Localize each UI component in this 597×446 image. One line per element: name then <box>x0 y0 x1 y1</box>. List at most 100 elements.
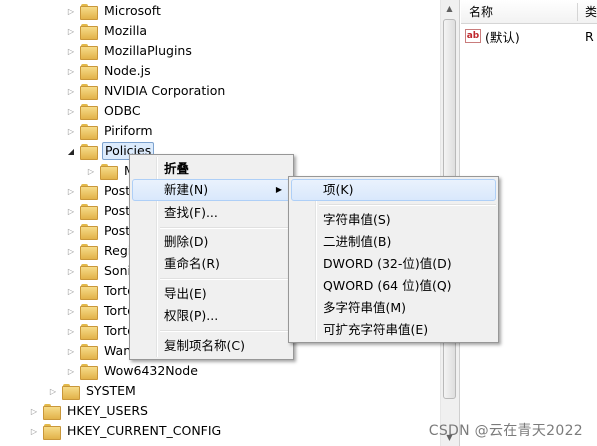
tree-item-wow6432node[interactable]: ▷ Wow6432Node <box>66 361 200 381</box>
collapse-arrow-icon[interactable]: ◢ <box>66 146 76 156</box>
folder-icon <box>80 344 98 360</box>
menu-item-permissions[interactable]: 权限(P)... <box>132 305 291 327</box>
tree-item-label: Post <box>104 203 131 218</box>
menu-item-new[interactable]: 新建(N) ▶ <box>132 179 291 201</box>
column-header-name[interactable]: 名称 <box>469 0 493 24</box>
submenu-item-string-value[interactable]: 字符串值(S) <box>291 209 496 231</box>
menu-item-delete[interactable]: 删除(D) <box>132 231 291 253</box>
expand-arrow-icon[interactable]: ▷ <box>66 206 76 216</box>
tree-item-hkey-current-config[interactable]: ▷ HKEY_CURRENT_CONFIG <box>29 421 223 441</box>
expand-arrow-icon[interactable]: ▷ <box>66 226 76 236</box>
context-menu: 折叠 新建(N) ▶ 查找(F)... 删除(D) 重命名(R) 导出(E) 权… <box>129 154 294 360</box>
tree-item-torto-1[interactable]: ▷ Torto <box>66 281 137 301</box>
tree-item-label: Piriform <box>104 123 153 138</box>
tree-item-microsoft[interactable]: ▷ Microsoft <box>66 1 163 21</box>
tree-item-odbc[interactable]: ▷ ODBC <box>66 101 143 121</box>
list-header: 名称 类 <box>461 0 597 24</box>
submenu-item-qword-value[interactable]: QWORD (64 位)值(Q) <box>291 275 496 297</box>
expand-arrow-icon[interactable]: ▷ <box>66 26 76 36</box>
tree-item-label: Post <box>104 223 131 238</box>
menu-item-export[interactable]: 导出(E) <box>132 283 291 305</box>
menu-item-collapse[interactable]: 折叠 <box>132 158 291 180</box>
tree-item-post-2[interactable]: ▷ Post <box>66 201 132 221</box>
tree-item-hkey-users[interactable]: ▷ HKEY_USERS <box>29 401 150 421</box>
expand-arrow-icon[interactable]: ▷ <box>66 266 76 276</box>
expand-arrow-icon[interactable]: ▷ <box>48 386 58 396</box>
folder-icon <box>80 304 98 320</box>
menu-item-rename[interactable]: 重命名(R) <box>132 253 291 275</box>
list-item-default[interactable]: ab (默认) R <box>465 26 597 46</box>
submenu-arrow-icon: ▶ <box>275 185 282 194</box>
submenu-item-key[interactable]: 项(K) <box>291 179 496 201</box>
column-separator[interactable] <box>577 3 578 21</box>
tree-item-label: NVIDIA Corporation <box>104 83 226 98</box>
expand-arrow-icon[interactable]: ▷ <box>66 6 76 16</box>
folder-icon <box>80 324 98 340</box>
folder-icon <box>43 404 61 420</box>
folder-icon <box>80 4 98 20</box>
folder-icon <box>80 224 98 240</box>
menu-item-find[interactable]: 查找(F)... <box>132 202 291 224</box>
folder-icon <box>80 124 98 140</box>
tree-item-label: HKEY_CURRENT_CONFIG <box>67 423 222 438</box>
value-type: R <box>585 28 594 44</box>
tree-item-nodejs[interactable]: ▷ Node.js <box>66 61 153 81</box>
menu-separator <box>160 278 291 280</box>
folder-icon <box>43 424 61 440</box>
expand-arrow-icon[interactable]: ▷ <box>66 106 76 116</box>
tree-item-label: Post <box>104 183 131 198</box>
scroll-up-arrow-icon[interactable]: ▲ <box>441 0 458 17</box>
tree-item-label: HKEY_USERS <box>67 403 148 418</box>
expand-arrow-icon[interactable]: ▷ <box>29 406 39 416</box>
folder-icon <box>80 184 98 200</box>
expand-arrow-icon[interactable]: ▷ <box>66 186 76 196</box>
tree-item-soni[interactable]: ▷ Soni <box>66 261 133 281</box>
submenu-item-expandable-string-value[interactable]: 可扩充字符串值(E) <box>291 319 496 341</box>
expand-arrow-icon[interactable]: ▷ <box>66 46 76 56</box>
tree-item-label: Wow6432Node <box>104 363 198 378</box>
tree-item-torto-2[interactable]: ▷ Torto <box>66 301 137 321</box>
folder-icon <box>100 164 118 180</box>
expand-arrow-icon[interactable]: ▷ <box>66 326 76 336</box>
folder-icon <box>80 104 98 120</box>
tree-item-torto-3[interactable]: ▷ Torto <box>66 321 137 341</box>
tree-item-mozillaplugins[interactable]: ▷ MozillaPlugins <box>66 41 194 61</box>
menu-separator <box>319 204 496 206</box>
expand-arrow-icon[interactable]: ▷ <box>66 86 76 96</box>
expand-arrow-icon[interactable]: ▷ <box>66 366 76 376</box>
tree-item-nvidia[interactable]: ▷ NVIDIA Corporation <box>66 81 227 101</box>
column-header-type[interactable]: 类 <box>585 0 597 24</box>
folder-icon <box>80 64 98 80</box>
tree-item-post-3[interactable]: ▷ Post <box>66 221 132 241</box>
tree-item-label: Node.js <box>104 63 151 78</box>
menu-item-copy-key-name[interactable]: 复制项名称(C) <box>132 335 291 357</box>
expand-arrow-icon[interactable]: ▷ <box>86 166 96 176</box>
folder-icon <box>80 364 98 380</box>
expand-arrow-icon[interactable]: ▷ <box>66 306 76 316</box>
submenu-item-binary-value[interactable]: 二进制值(B) <box>291 231 496 253</box>
tree-item-post-1[interactable]: ▷ Post <box>66 181 132 201</box>
folder-icon <box>80 264 98 280</box>
value-name: (默认) <box>485 29 520 45</box>
submenu-item-multi-string-value[interactable]: 多字符串值(M) <box>291 297 496 319</box>
folder-icon <box>80 144 98 160</box>
tree-item-label: MozillaPlugins <box>104 43 192 58</box>
tree-item-wan[interactable]: ▷ Wan <box>66 341 133 361</box>
tree-item-mozilla[interactable]: ▷ Mozilla <box>66 21 149 41</box>
expand-arrow-icon[interactable]: ▷ <box>66 126 76 136</box>
tree-item-system[interactable]: ▷ SYSTEM <box>48 381 138 401</box>
folder-icon <box>80 24 98 40</box>
menu-item-new-label: 新建(N) <box>164 182 209 197</box>
expand-arrow-icon[interactable]: ▷ <box>66 246 76 256</box>
tree-item-label: Mozilla <box>104 23 148 38</box>
expand-arrow-icon[interactable]: ▷ <box>66 66 76 76</box>
tree-item-piriform[interactable]: ▷ Piriform <box>66 121 155 141</box>
folder-icon <box>80 204 98 220</box>
tree-item-label: SYSTEM <box>86 383 136 398</box>
tree-item-regi[interactable]: ▷ Regi <box>66 241 133 261</box>
expand-arrow-icon[interactable]: ▷ <box>66 286 76 296</box>
menu-separator <box>160 227 291 229</box>
expand-arrow-icon[interactable]: ▷ <box>66 346 76 356</box>
submenu-item-dword-value[interactable]: DWORD (32-位)值(D) <box>291 253 496 275</box>
expand-arrow-icon[interactable]: ▷ <box>29 426 39 436</box>
